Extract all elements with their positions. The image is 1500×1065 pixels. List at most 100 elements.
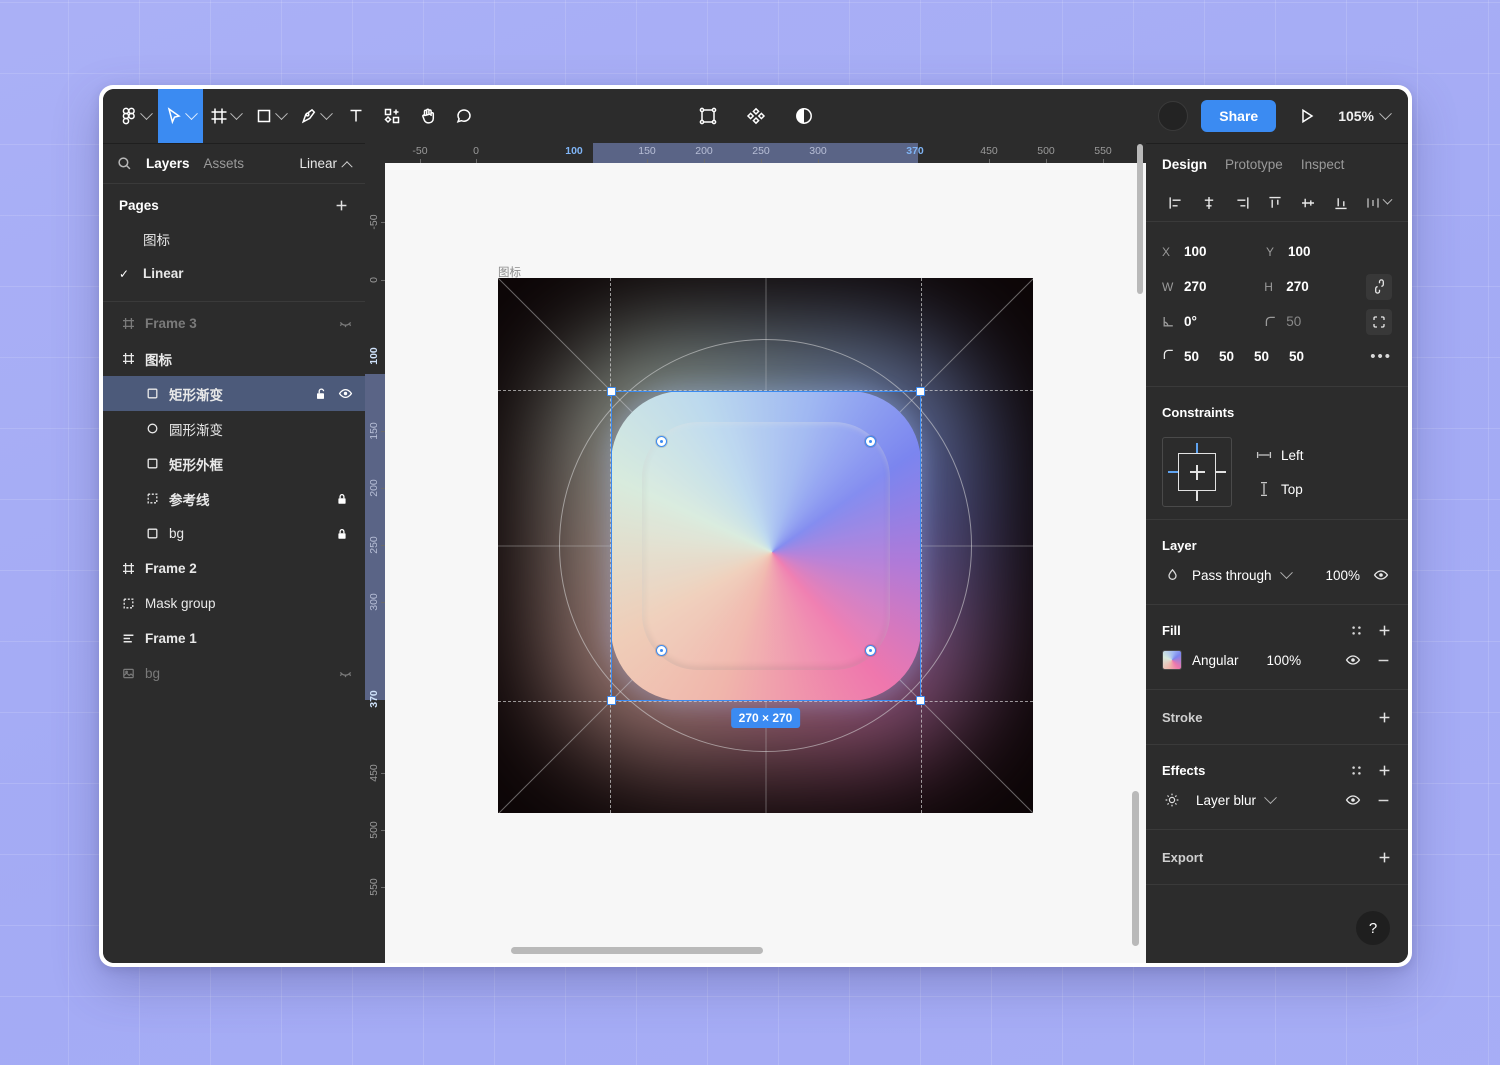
constraint-arm-right[interactable] [1216,470,1226,474]
unlock-icon[interactable] [314,387,328,401]
eye-open-icon[interactable] [1342,792,1364,808]
x-field[interactable]: X 100 [1162,244,1266,259]
w-field[interactable]: W 270 [1162,279,1264,294]
align-left-icon[interactable] [1160,189,1193,217]
constraint-arm-top[interactable] [1195,443,1199,453]
selection-bounds-icon[interactable] [690,89,726,143]
corner-radius-handle-bottom-right[interactable] [864,644,876,656]
blend-mode-icon[interactable] [1162,568,1182,582]
layer-row-frame-2[interactable]: Frame 2 [103,551,365,586]
resize-handle-bottom-left[interactable] [606,695,616,705]
layer-opacity-value[interactable]: 100% [1325,568,1360,583]
move-tool-icon[interactable] [158,89,203,143]
resize-handle-bottom-right[interactable] [915,695,925,705]
layer-row-mask-group[interactable]: Mask group [103,586,365,621]
tab-assets[interactable]: Assets [204,156,245,171]
shape-tool-icon[interactable] [248,89,293,143]
fill-opacity-value[interactable]: 100% [1267,653,1302,668]
eye-closed-icon[interactable] [338,316,353,331]
vertical-constraint-dropdown[interactable]: Top [1256,472,1313,506]
plus-icon[interactable] [1377,763,1392,778]
effect-type-value[interactable]: Layer blur [1196,793,1256,808]
search-icon[interactable] [117,156,132,171]
layer-row-bg-rect[interactable]: bg [103,516,365,551]
artboard[interactable]: 270 × 270 [498,278,1033,813]
align-bottom-icon[interactable] [1324,189,1357,217]
eye-open-icon[interactable] [1370,567,1392,583]
constraint-widget[interactable] [1162,437,1232,507]
share-button[interactable]: Share [1201,100,1277,132]
help-button[interactable]: ? [1356,911,1390,945]
minus-icon[interactable] [1374,653,1392,668]
zoom-control[interactable]: 105% [1338,106,1392,124]
y-field[interactable]: Y 100 [1266,244,1370,259]
eye-open-icon[interactable] [1342,652,1364,668]
plus-icon[interactable] [1377,850,1392,865]
corner-radius-handle-bottom-left[interactable] [655,644,667,656]
independent-corners-icon[interactable] [1366,308,1392,335]
align-right-icon[interactable] [1226,189,1259,217]
align-vertical-center-icon[interactable] [1291,189,1324,217]
right-panel-scrollbar[interactable] [1137,144,1143,294]
page-selector[interactable]: Linear [299,156,353,172]
ruler-horizontal[interactable]: -50 0 100 150 200 250 300 370 450 500 55… [365,143,1146,163]
tab-design[interactable]: Design [1162,157,1207,172]
selection-bounds[interactable]: 270 × 270 [606,386,925,728]
pen-tool-icon[interactable] [293,89,338,143]
components-tool-icon[interactable] [374,89,410,143]
tab-inspect[interactable]: Inspect [1301,157,1345,172]
constraint-arm-bottom[interactable] [1195,491,1199,501]
frame-tool-icon[interactable] [203,89,248,143]
comment-tool-icon[interactable] [446,89,482,143]
layer-row-frame-3[interactable]: Frame 3 [103,306,365,341]
tab-prototype[interactable]: Prototype [1225,157,1283,172]
tab-layers[interactable]: Layers [146,156,190,171]
plugin-diamond-icon[interactable] [738,89,774,143]
layer-row-yuanxing-jianbian[interactable]: 圆形渐变 [103,411,365,446]
plus-icon[interactable] [334,198,349,213]
eye-closed-icon[interactable] [338,666,353,681]
corner-radius-handle-top-left[interactable] [655,435,667,447]
corner-field[interactable]: 50 [1264,314,1366,329]
h-field[interactable]: H 270 [1264,279,1366,294]
plus-icon[interactable] [1377,710,1392,725]
style-dots-icon[interactable] [1350,624,1363,637]
canvas-viewport[interactable]: 图标 270 × 270 [385,163,1146,963]
play-icon[interactable] [1289,107,1325,125]
align-top-icon[interactable] [1259,189,1292,217]
style-dots-icon[interactable] [1350,764,1363,777]
plus-icon[interactable] [1377,623,1392,638]
corner-radii-fields[interactable]: 50 50 50 50 [1184,349,1324,364]
corner-radius-handle-top-right[interactable] [864,435,876,447]
resize-handle-top-right[interactable] [915,386,925,396]
ruler-vertical[interactable]: -50 0 100 150 200 250 300 370 450 500 55… [365,163,385,963]
blur-icon[interactable] [1162,792,1182,808]
link-icon[interactable] [1366,273,1392,300]
lock-icon[interactable] [335,492,349,506]
rotation-field[interactable]: 0° [1162,314,1264,329]
layer-row-frame-1[interactable]: Frame 1 [103,621,365,656]
fill-type-value[interactable]: Angular [1192,653,1239,668]
layer-row-cankaoxian[interactable]: 参考线 [103,481,365,516]
constraint-arm-left[interactable] [1168,470,1178,474]
lock-icon[interactable] [335,527,349,541]
layer-row-juxing-jianbian[interactable]: 矩形渐变 [103,376,365,411]
minus-icon[interactable] [1374,793,1392,808]
resize-handle-top-left[interactable] [606,386,616,396]
layer-row-juxing-waikuang[interactable]: 矩形外框 [103,446,365,481]
distribute-icon[interactable] [1361,189,1394,217]
contrast-icon[interactable] [786,89,822,143]
text-tool-icon[interactable] [338,89,374,143]
canvas-horizontal-scrollbar[interactable] [511,947,763,954]
figma-menu-icon[interactable] [113,89,158,143]
page-item-tubiao[interactable]: 图标 [103,221,365,256]
fill-swatch[interactable] [1162,650,1182,670]
blend-mode-value[interactable]: Pass through [1192,568,1272,583]
layer-row-tubiao[interactable]: 图标 [103,341,365,376]
horizontal-constraint-dropdown[interactable]: Left [1256,438,1313,472]
more-dots-icon[interactable]: ••• [1370,348,1392,365]
canvas-vertical-scrollbar[interactable] [1132,791,1139,946]
layer-row-bg-image[interactable]: bg [103,656,365,691]
avatar[interactable] [1158,101,1189,131]
eye-open-icon[interactable] [338,386,353,401]
